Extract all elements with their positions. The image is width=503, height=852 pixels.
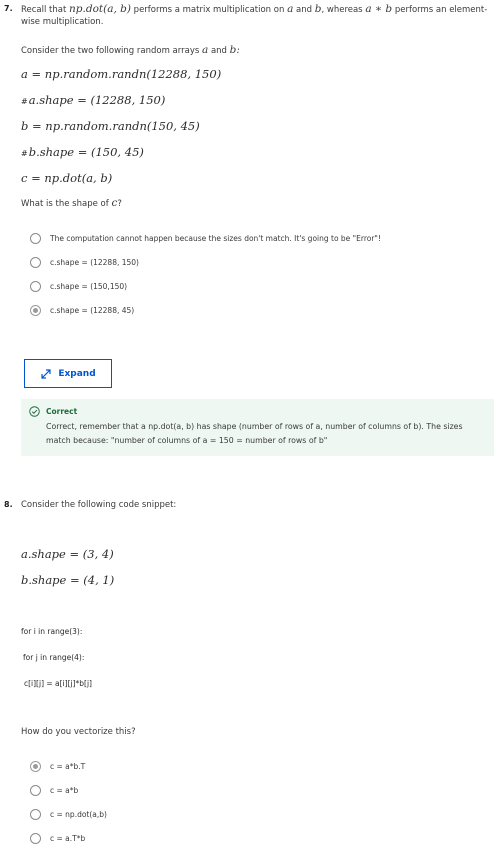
code-line: for i in range(3): — [21, 627, 83, 636]
expand-arrows-icon — [41, 368, 51, 379]
radio-button[interactable] — [30, 808, 41, 820]
question-number: 8. — [4, 500, 13, 509]
answer-option[interactable]: c.shape = (150,150) — [30, 279, 127, 293]
check-circle-icon — [29, 406, 40, 417]
math-line-b-shape: #b.shape = (150, 45) — [21, 145, 144, 159]
answer-option[interactable]: c = a.T*b — [30, 831, 85, 845]
answer-option-selected[interactable]: c = a*b.T — [30, 759, 85, 773]
answer-option[interactable]: The computation cannot happen because th… — [30, 231, 381, 245]
radio-button[interactable] — [30, 784, 41, 796]
question-intro: Consider the following code snippet: — [21, 500, 177, 510]
radio-button[interactable] — [30, 256, 41, 268]
answer-option[interactable]: c.shape = (12288, 150) — [30, 255, 139, 269]
radio-button[interactable] — [30, 280, 41, 292]
question-number: 7. — [4, 4, 13, 13]
math-line-a-shape: #a.shape = (12288, 150) — [21, 93, 166, 107]
code-line: c[i][j] = a[i][j]*b[j] — [24, 679, 92, 688]
feedback-title: Correct — [46, 407, 78, 416]
arrays-intro: Consider the two following random arrays… — [21, 44, 240, 56]
code-line: for j in range(4): — [23, 653, 85, 662]
math-line-a-assign: a = np.random.randn(12288, 150) — [21, 67, 222, 81]
math-line-b-shape: b.shape = (4, 1) — [21, 573, 115, 587]
radio-button[interactable] — [30, 832, 41, 844]
radio-button-selected[interactable] — [30, 304, 41, 316]
expand-button[interactable]: Expand — [24, 359, 112, 388]
math-line-b-assign: b = np.random.randn(150, 45) — [21, 119, 200, 133]
radio-button[interactable] — [30, 232, 41, 244]
radio-button-selected[interactable] — [30, 760, 41, 772]
math-line-a-shape: a.shape = (3, 4) — [21, 547, 114, 561]
math-line-c-assign: c = np.dot(a, b) — [21, 171, 113, 185]
answer-option[interactable]: c = a*b — [30, 783, 78, 797]
question-prompt: How do you vectorize this? — [21, 727, 136, 737]
question-prompt: What is the shape of c? — [21, 197, 122, 209]
answer-option-selected[interactable]: c.shape = (12288, 45) — [30, 303, 134, 317]
feedback-panel: Correct Correct, remember that a np.dot(… — [21, 399, 494, 456]
feedback-body: Correct, remember that a np.dot(a, b) ha… — [46, 422, 463, 445]
question-intro: Recall that np.dot(a, b) performs a matr… — [21, 3, 488, 27]
answer-option[interactable]: c = np.dot(a,b) — [30, 807, 107, 821]
